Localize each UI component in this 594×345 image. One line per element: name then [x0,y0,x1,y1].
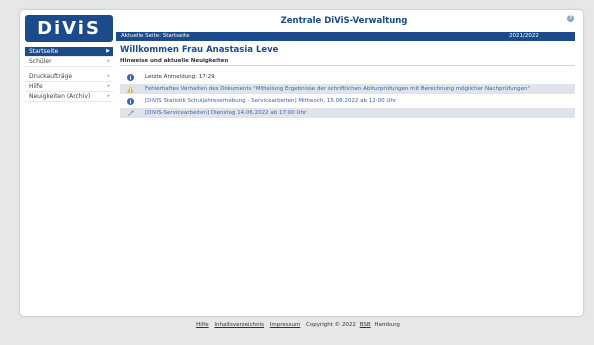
info-icon [127,97,134,105]
sidebar-item-startseite[interactable]: Startseite ▶ [25,47,113,57]
list-item: Letzte Anmeldung: 17:29 [120,72,575,82]
sidebar-item-label: Schüler [29,58,52,65]
logo-text: DiViS [37,17,101,39]
chevron-right-icon: ▶ [106,48,110,54]
breadcrumb-text: Aktuelle Seite: Startseite [121,33,189,39]
main-content: Willkommen Frau Anastasia Leve Hinweise … [120,45,575,120]
wrench-icon [128,109,134,116]
breadcrumb-label: Aktuelle Seite: [121,33,161,39]
list-item[interactable]: [DiViS Statistik Schuljahreserhebung - S… [120,96,575,106]
footer-link-bsb[interactable]: BSB [360,322,371,328]
help-icon[interactable]: ? [567,15,574,22]
info-icon [127,73,134,81]
sidebar-item-druckauftraege[interactable]: Druckaufträge ▸ [25,72,113,82]
news-link[interactable]: Fehlerhaftes Verhalten des Dokuments "Mi… [145,86,530,92]
list-item[interactable]: Fehlerhaftes Verhalten des Dokuments "Mi… [120,84,575,94]
sidebar-item-neuigkeiten-archiv[interactable]: Neuigkeiten (Archiv) ▸ [25,92,113,102]
sidebar-item-label: Druckaufträge [29,73,73,80]
list-item[interactable]: [DiViS-Servicearbeiten] Dienstag 14.06.2… [120,108,575,118]
sidebar-item-schueler[interactable]: Schüler ▸ [25,57,113,67]
sidebar-item-label: Hilfe [29,83,43,90]
sidebar-item-hilfe[interactable]: Hilfe ▸ [25,82,113,92]
chevron-right-icon: ▸ [107,93,110,99]
school-year: 2021/2022 [509,33,539,39]
page-title: Willkommen Frau Anastasia Leve [120,45,279,55]
sidebar-item-label: Neuigkeiten (Archiv) [29,93,91,100]
section-title: Hinweise und aktuelle Neuigkeiten [120,58,575,66]
chevron-right-icon: ▸ [107,58,110,64]
footer-city: Hamburg [374,322,400,328]
breadcrumb: Aktuelle Seite: Startseite 2021/2022 [116,32,575,41]
warning-icon [127,85,134,93]
footer-link-hilfe[interactable]: Hilfe [196,322,209,328]
last-login-text: Letzte Anmeldung: 17:29 [145,74,215,80]
news-list: Letzte Anmeldung: 17:29 Fehlerhaftes Ver… [120,72,575,118]
footer-link-impressum[interactable]: Impressum [270,322,301,328]
app-title: Zentrale DiViS-Verwaltung [280,16,408,26]
divis-logo[interactable]: DiViS [25,15,113,42]
sidebar: Startseite ▶ Schüler ▸ Druckaufträge ▸ H… [25,47,113,102]
sidebar-item-label: Startseite [29,48,59,55]
chevron-right-icon: ▸ [107,73,110,79]
footer: Hilfe Inhaltsverzeichnis Impressum Copyr… [0,322,594,328]
breadcrumb-current: Startseite [162,33,190,39]
news-link[interactable]: [DiViS-Servicearbeiten] Dienstag 14.06.2… [145,110,306,116]
footer-link-inhaltsverzeichnis[interactable]: Inhaltsverzeichnis [214,322,264,328]
news-link[interactable]: [DiViS Statistik Schuljahreserhebung - S… [145,98,396,104]
copyright-text: Copyright © 2022 [306,322,356,328]
chevron-right-icon: ▸ [107,83,110,89]
